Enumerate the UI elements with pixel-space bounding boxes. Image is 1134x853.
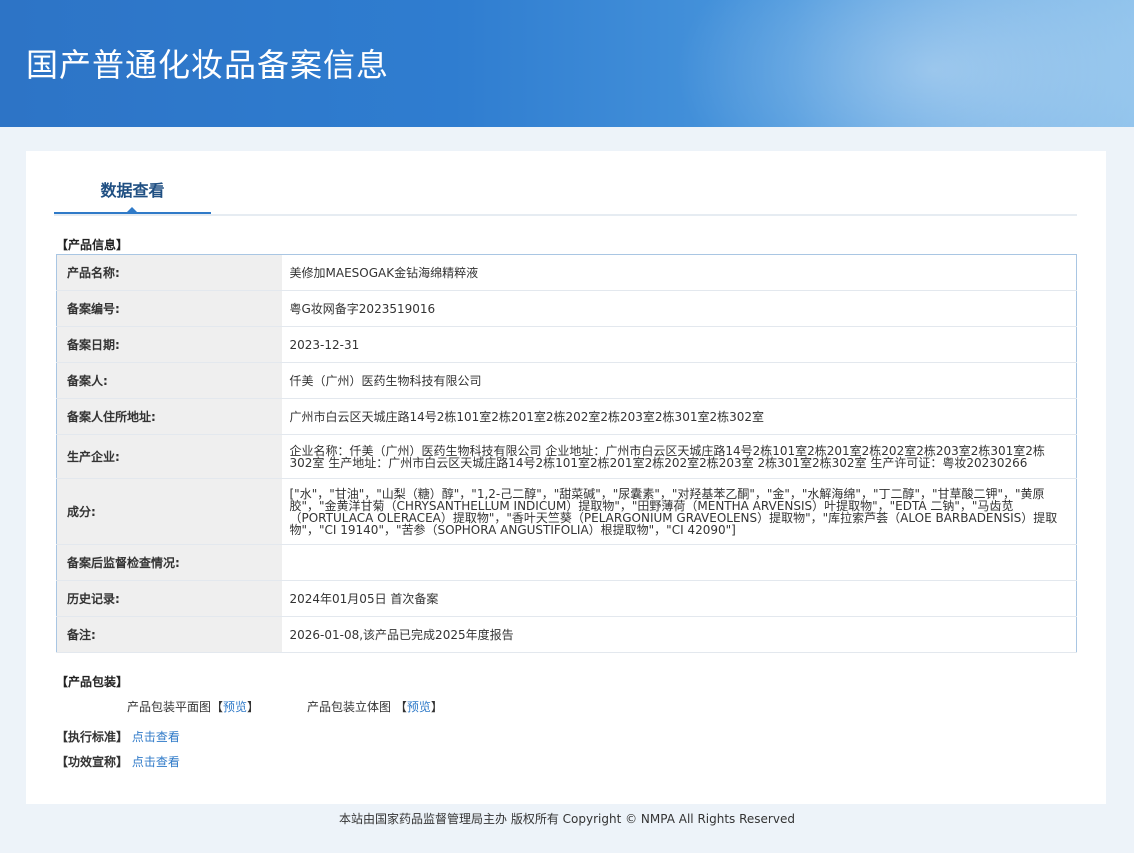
efficacy-line: 【功效宣称】 点击查看 bbox=[56, 753, 180, 770]
bracket-close: 】 bbox=[430, 700, 443, 714]
product-info-title: 【产品信息】 bbox=[56, 238, 129, 252]
table-row: 产品名称: 美修加MAESOGAK金钻海绵精粹液 bbox=[56, 254, 1077, 291]
row-value: 2023-12-31 bbox=[281, 326, 1077, 363]
flat-preview-link[interactable]: 预览 bbox=[223, 700, 247, 714]
packaging-flat-label: 产品包装平面图 bbox=[127, 700, 212, 714]
row-label: 生产企业: bbox=[56, 434, 282, 479]
bracket-close: 】 bbox=[247, 700, 260, 714]
header-glow bbox=[674, 0, 1134, 127]
table-row: 历史记录: 2024年01月05日 首次备案 bbox=[56, 580, 1077, 617]
table-row: 备案日期: 2023-12-31 bbox=[56, 326, 1077, 363]
tab-data-view[interactable]: 数据查看 bbox=[54, 151, 211, 214]
page-footer: 本站由国家药品监督管理局主办 版权所有 Copyright © NMPA All… bbox=[339, 812, 795, 826]
efficacy-view-link[interactable]: 点击查看 bbox=[132, 755, 180, 769]
product-info-table: 产品名称: 美修加MAESOGAK金钻海绵精粹液 备案编号: 粤G妆网备字202… bbox=[56, 254, 1077, 653]
table-row: 备案编号: 粤G妆网备字2023519016 bbox=[56, 290, 1077, 327]
table-row: 成分: ["水"，"甘油"，"山梨（糖）醇"，"1,2-己二醇"，"甜菜碱"，"… bbox=[56, 478, 1077, 545]
row-label: 历史记录: bbox=[56, 580, 282, 617]
row-value: ["水"，"甘油"，"山梨（糖）醇"，"1,2-己二醇"，"甜菜碱"，"尿囊素"… bbox=[281, 478, 1077, 545]
efficacy-title: 【功效宣称】 bbox=[56, 755, 129, 769]
table-row: 备案人: 仟美（广州）医药生物科技有限公司 bbox=[56, 362, 1077, 399]
row-value: 2024年01月05日 首次备案 bbox=[281, 580, 1077, 617]
bracket-open: 【 bbox=[211, 700, 224, 714]
table-row: 生产企业: 企业名称：仟美（广州）医药生物科技有限公司 企业地址：广州市白云区天… bbox=[56, 434, 1077, 479]
row-label: 备案人: bbox=[56, 362, 282, 399]
page-title: 国产普通化妆品备案信息 bbox=[26, 46, 390, 84]
row-label: 备案日期: bbox=[56, 326, 282, 363]
table-row: 备注: 2026-01-08,该产品已完成2025年度报告 bbox=[56, 616, 1077, 653]
row-value: 企业名称：仟美（广州）医药生物科技有限公司 企业地址：广州市白云区天城庄路14号… bbox=[281, 434, 1077, 479]
page-header: 国产普通化妆品备案信息 bbox=[0, 0, 1134, 127]
row-label: 备案后监督检查情况: bbox=[56, 544, 282, 581]
row-value: 美修加MAESOGAK金钻海绵精粹液 bbox=[281, 254, 1077, 291]
packaging-solid-label: 产品包装立体图 bbox=[307, 700, 392, 714]
standard-view-link[interactable]: 点击查看 bbox=[132, 730, 180, 744]
packaging-flat-item: 产品包装平面图【预览】 bbox=[127, 698, 259, 715]
tab-bar: 数据查看 bbox=[54, 151, 1077, 216]
row-value: 仟美（广州）医药生物科技有限公司 bbox=[281, 362, 1077, 399]
packaging-solid-item: 产品包装立体图 【预览】 bbox=[307, 698, 443, 715]
row-value bbox=[281, 544, 1077, 581]
row-label: 备案人住所地址: bbox=[56, 398, 282, 435]
row-label: 产品名称: bbox=[56, 254, 282, 291]
row-value: 粤G妆网备字2023519016 bbox=[281, 290, 1077, 327]
bracket-open: 【 bbox=[394, 700, 407, 714]
row-label: 备案编号: bbox=[56, 290, 282, 327]
standard-line: 【执行标准】 点击查看 bbox=[56, 728, 180, 745]
table-row: 备案人住所地址: 广州市白云区天城庄路14号2栋101室2栋201室2栋202室… bbox=[56, 398, 1077, 435]
table-row: 备案后监督检查情况: bbox=[56, 544, 1077, 581]
row-value: 广州市白云区天城庄路14号2栋101室2栋201室2栋202室2栋203室2栋3… bbox=[281, 398, 1077, 435]
row-label: 成分: bbox=[56, 478, 282, 545]
standard-title: 【执行标准】 bbox=[56, 730, 129, 744]
solid-preview-link[interactable]: 预览 bbox=[407, 700, 431, 714]
packaging-title: 【产品包装】 bbox=[56, 675, 129, 689]
tab-data-view-label: 数据查看 bbox=[100, 181, 165, 200]
row-label: 备注: bbox=[56, 616, 282, 653]
content-card: 数据查看 【产品信息】 产品名称: 美修加MAESOGAK金钻海绵精粹液 备案编… bbox=[26, 151, 1106, 804]
tab-active-indicator bbox=[126, 207, 138, 213]
row-value: 2026-01-08,该产品已完成2025年度报告 bbox=[281, 616, 1077, 653]
